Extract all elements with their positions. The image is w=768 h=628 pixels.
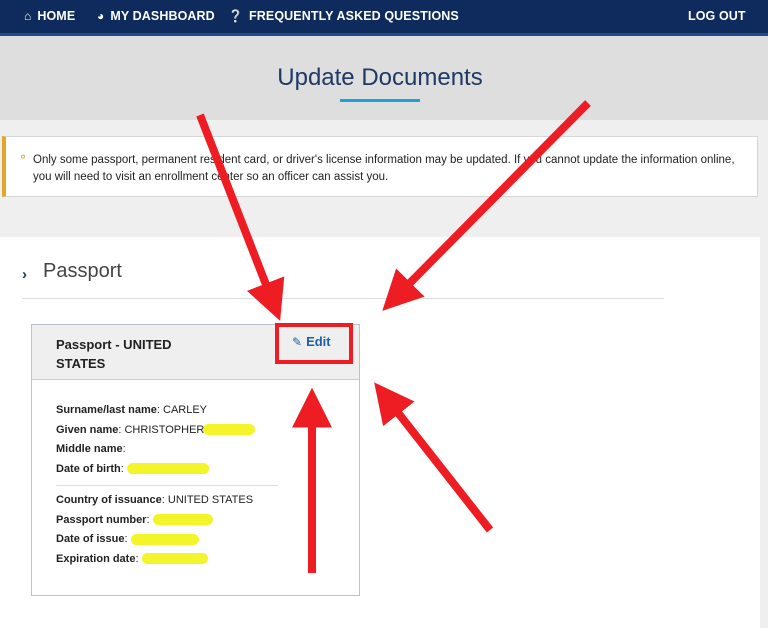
field-label: Country of issuance xyxy=(56,494,162,506)
title-underline xyxy=(340,99,420,102)
edit-highlight-box xyxy=(275,323,353,364)
nav-dashboard[interactable]: ◕ MY DASHBOARD xyxy=(97,0,215,33)
field-row: Surname/last name: CARLEY xyxy=(56,404,208,416)
redaction-highlight xyxy=(152,514,213,526)
field-value: UNITED STATES xyxy=(167,494,254,506)
logout-link[interactable]: LOG OUT xyxy=(688,0,746,33)
field-value: CHRISTOPHER xyxy=(124,423,205,436)
field-label: Date of issue xyxy=(56,533,125,545)
nav-dashboard-label: MY DASHBOARD xyxy=(110,9,215,23)
redaction-highlight xyxy=(203,424,256,436)
card-title: Passport - UNITED STATES xyxy=(56,337,172,371)
redaction-highlight xyxy=(126,463,209,475)
field-label: Date of birth xyxy=(56,462,121,475)
logout-label: LOG OUT xyxy=(688,9,746,23)
redaction-highlight xyxy=(130,533,199,545)
question-circle-icon: ❔ xyxy=(228,9,244,23)
info-alert: ⚬ Only some passport, permanent resident… xyxy=(2,136,758,197)
field-divider xyxy=(56,485,278,486)
dashboard-gauge-icon: ◕ xyxy=(97,9,105,23)
top-nav: ⌂ HOME ◕ MY DASHBOARD ❔ FREQUENTLY ASKED QU… xyxy=(0,0,768,36)
home-icon: ⌂ xyxy=(24,9,32,23)
nav-faq-label: FREQUENTLY ASKED QUESTIONS xyxy=(249,9,459,23)
chevron-right-icon[interactable]: › xyxy=(22,266,27,283)
field-row: Given name: CHRISTOPHER xyxy=(56,421,346,441)
passport-card: Passport - UNITED STATES ✎ Edit Surname/l… xyxy=(31,324,360,596)
nav-home[interactable]: ⌂ HOME xyxy=(24,0,75,33)
field-row: Country of issuance: UNITED STATES xyxy=(56,494,254,506)
field-label: Expiration date xyxy=(56,552,136,565)
nav-faq[interactable]: ❔ FREQUENTLY ASKED QUESTIONS xyxy=(228,0,459,33)
personal-fields: Surname/last name: CARLEY Given name: CH… xyxy=(56,401,346,479)
field-row: Middle name: xyxy=(56,443,126,455)
field-label: Surname/last name xyxy=(56,404,157,416)
document-fields: Country of issuance: UNITED STATES Passp… xyxy=(56,491,346,569)
field-row: Expiration date: xyxy=(56,550,346,570)
nav-home-label: HOME xyxy=(37,9,76,23)
field-row: Date of issue: xyxy=(56,530,346,550)
field-value: CARLEY xyxy=(163,404,208,416)
field-label: Passport number xyxy=(56,513,147,526)
section-divider xyxy=(22,298,664,299)
redaction-highlight xyxy=(141,553,208,565)
field-label: Given name xyxy=(56,423,119,436)
alert-text: Only some passport, permanent resident c… xyxy=(33,154,735,183)
field-label: Middle name xyxy=(56,443,123,455)
lightbulb-icon: ⚬ xyxy=(18,150,29,164)
field-row: Passport number: xyxy=(56,511,346,531)
page-title: Update Documents xyxy=(277,64,483,91)
section-title[interactable]: Passport xyxy=(43,260,122,283)
field-row: Date of birth: xyxy=(56,460,346,480)
